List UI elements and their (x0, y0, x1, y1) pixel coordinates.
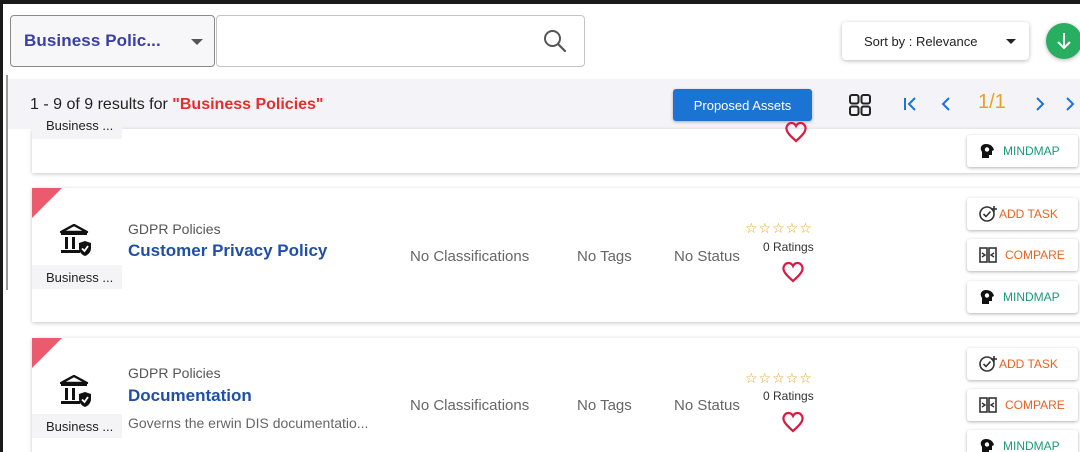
tags-text: No Tags (577, 248, 632, 265)
asset-category: GDPR Policies (128, 365, 221, 381)
window-left-edge (0, 0, 3, 452)
next-page-icon[interactable] (1034, 96, 1046, 112)
grid-view-icon[interactable] (849, 94, 871, 116)
compare-button[interactable]: COMPARE (967, 239, 1078, 271)
asset-description: Governs the erwin DIS documentatio... (128, 415, 369, 431)
mindmap-label: MINDMAP (1003, 144, 1060, 158)
heart-icon[interactable] (781, 261, 805, 283)
add-task-label: ADD TASK (999, 357, 1058, 371)
asset-type-label: Business ... (32, 117, 122, 139)
card-flag (32, 338, 62, 368)
sort-dropdown-label: Sort by : Relevance (864, 33, 978, 49)
last-page-icon[interactable] (1064, 96, 1076, 112)
page-indicator: 1/1 (978, 91, 1006, 113)
search-input[interactable] (229, 16, 529, 64)
search-field[interactable] (216, 15, 585, 67)
result-card[interactable]: Business ... GDPR Policies Documentation… (32, 338, 1080, 452)
asset-title-link[interactable]: Documentation (128, 386, 252, 406)
mindmap-label: MINDMAP (1003, 439, 1060, 452)
bank-shield-icon (60, 375, 91, 407)
compare-icon (979, 247, 997, 263)
mindmap-label: MINDMAP (1003, 290, 1060, 304)
status-text: No Status (674, 397, 740, 414)
status-text: No Status (674, 248, 740, 265)
classifications-text: No Classifications (410, 248, 530, 265)
arrow-down-icon (1057, 33, 1071, 50)
rating-stars[interactable]: ☆☆☆☆☆ (745, 221, 813, 237)
category-select[interactable]: Business Polic... (10, 15, 215, 67)
proposed-assets-button[interactable]: Proposed Assets (673, 89, 812, 121)
asset-title-link[interactable]: Customer Privacy Policy (128, 241, 327, 261)
asset-type-label: Business ... (32, 265, 122, 289)
asset-category: GDPR Policies (128, 221, 221, 237)
compare-icon (979, 397, 997, 413)
ratings-count: 0 Ratings (763, 389, 814, 403)
add-task-label: ADD TASK (999, 207, 1058, 221)
bank-shield-icon (60, 224, 91, 256)
compare-button[interactable]: COMPARE (967, 389, 1078, 421)
results-query: "Business Policies" (172, 96, 324, 113)
head-gear-icon (980, 144, 994, 158)
caret-down-icon (191, 39, 203, 45)
sort-dropdown[interactable]: Sort by : Relevance (842, 22, 1029, 60)
classifications-text: No Classifications (410, 397, 530, 414)
caret-down-icon (1006, 39, 1016, 44)
search-results-page: Business Polic... Sort by : Relevance 1 … (0, 0, 1080, 452)
result-card-partial[interactable]: Business ... MINDMAP (32, 117, 1080, 173)
results-count: 1 - 9 of 9 results for (30, 96, 173, 113)
mindmap-button[interactable]: MINDMAP (967, 430, 1078, 452)
check-plus-icon (979, 356, 997, 372)
heart-icon[interactable] (781, 411, 805, 433)
results-summary: 1 - 9 of 9 results for "Business Policie… (30, 96, 324, 114)
add-task-button[interactable]: ADD TASK (967, 348, 1078, 380)
search-icon[interactable] (542, 28, 568, 54)
add-task-button[interactable]: ADD TASK (967, 198, 1078, 230)
head-gear-icon (980, 290, 994, 304)
ratings-count: 0 Ratings (763, 240, 814, 254)
first-page-icon[interactable] (902, 96, 918, 112)
asset-type-label: Business ... (32, 414, 122, 438)
window-top-edge (0, 0, 1080, 4)
compare-label: COMPARE (1005, 248, 1065, 262)
rating-stars[interactable]: ☆☆☆☆☆ (745, 371, 813, 387)
result-card[interactable]: Business ... GDPR Policies Customer Priv… (32, 188, 1080, 322)
check-plus-icon (979, 206, 997, 222)
mindmap-button[interactable]: MINDMAP (967, 281, 1078, 313)
card-flag (32, 188, 62, 218)
compare-label: COMPARE (1005, 398, 1065, 412)
heart-icon[interactable] (784, 121, 808, 143)
tags-text: No Tags (577, 397, 632, 414)
download-button[interactable] (1046, 23, 1080, 59)
prev-page-icon[interactable] (940, 96, 952, 112)
category-select-label: Business Polic... (24, 31, 161, 50)
mindmap-button[interactable]: MINDMAP (967, 135, 1078, 167)
head-gear-icon (980, 439, 994, 452)
